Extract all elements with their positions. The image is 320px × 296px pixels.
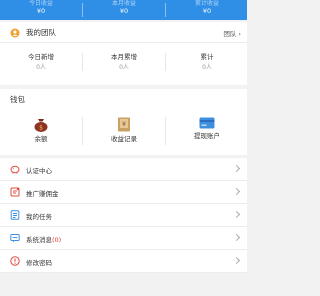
team-stat-month: 本月累增 0人 — [83, 53, 165, 74]
team-header[interactable]: 我的团队 团队 › — [0, 22, 247, 43]
wallet-item-label: 提现账户 — [194, 132, 220, 140]
wallet-item-label: 收益记录 — [111, 135, 137, 143]
menu-item-change-password[interactable]: 修改密码 — [0, 250, 247, 273]
summary-col-total: 累计收益 ¥0 — [166, 0, 248, 20]
menu-item-certification[interactable]: 认证中心 — [0, 158, 247, 181]
stat-value: 0人 — [202, 64, 212, 71]
menu-list: 认证中心 推广赚佣金 我的任务 系统消息(0) 修改密码 — [0, 158, 247, 273]
team-link-label: 团队 — [223, 30, 237, 38]
ledger-book-icon: ¥ — [118, 117, 130, 132]
summary-value: ¥0 — [36, 7, 46, 15]
menu-item-text: 系统消息 — [26, 236, 52, 244]
stat-label: 累计 — [200, 53, 214, 61]
team-stat-total: 累计 0人 — [166, 53, 248, 74]
team-link[interactable]: 团队 › — [223, 28, 241, 38]
chevron-right-icon — [232, 233, 241, 242]
promote-icon — [10, 187, 20, 197]
summary-value: ¥0 — [202, 7, 212, 15]
menu-item-tasks[interactable]: 我的任务 — [0, 204, 247, 227]
summary-banner: 今日收益 ¥0 本月收益 ¥0 累计收益 ¥0 — [0, 0, 247, 20]
menu-item-label: 推广赚佣金 — [26, 190, 59, 198]
task-list-icon — [10, 210, 20, 220]
menu-item-label: 修改密码 — [26, 259, 52, 267]
summary-label: 本月收益 — [111, 0, 136, 7]
chevron-right-icon — [232, 164, 241, 173]
money-bag-icon: $ — [34, 119, 48, 132]
svg-text:¥: ¥ — [122, 121, 126, 128]
menu-item-label: 认证中心 — [26, 167, 52, 175]
stat-value: 0人 — [36, 64, 46, 71]
chevron-right-icon — [232, 256, 241, 265]
menu-item-label: 系统消息(0) — [26, 234, 61, 244]
summary-col-today: 今日收益 ¥0 — [0, 0, 82, 20]
chevron-right-icon — [232, 187, 241, 196]
wallet-withdraw-account[interactable]: 提现账户 — [166, 117, 248, 141]
wallet-earnings-record[interactable]: ¥ 收益记录 — [83, 117, 165, 144]
summary-value: ¥0 — [119, 7, 129, 15]
menu-item-label: 我的任务 — [26, 213, 52, 221]
team-icon — [10, 28, 20, 38]
wallet-title: 钱包 — [10, 95, 25, 104]
svg-text:$: $ — [39, 125, 43, 132]
team-stat-today: 今日新增 0人 — [0, 53, 82, 74]
alert-circle-icon — [10, 256, 20, 266]
piggy-bank-icon — [10, 165, 20, 174]
stat-label: 本月累增 — [111, 53, 137, 61]
menu-item-messages[interactable]: 系统消息(0) — [0, 227, 247, 250]
team-title: 我的团队 — [26, 28, 56, 37]
wallet-balance[interactable]: $ 余额 — [0, 117, 82, 144]
stat-value: 0人 — [119, 64, 129, 71]
team-card: 我的团队 团队 › 今日新增 0人 本月累增 0人 累计 0人 — [0, 22, 247, 85]
menu-item-promote[interactable]: 推广赚佣金 — [0, 181, 247, 204]
message-icon — [10, 234, 20, 243]
summary-col-month: 本月收益 ¥0 — [83, 0, 165, 20]
message-count-badge: (0) — [52, 236, 62, 244]
stat-label: 今日新增 — [28, 53, 54, 61]
wallet-item-label: 余额 — [34, 135, 48, 143]
card-icon — [199, 117, 215, 129]
summary-label: 累计收益 — [194, 0, 219, 7]
wallet-card: 钱包 $ 余额 ¥ 收益记录 提现账户 — [0, 89, 247, 155]
summary-label: 今日收益 — [28, 0, 53, 7]
chevron-right-icon — [232, 210, 241, 219]
